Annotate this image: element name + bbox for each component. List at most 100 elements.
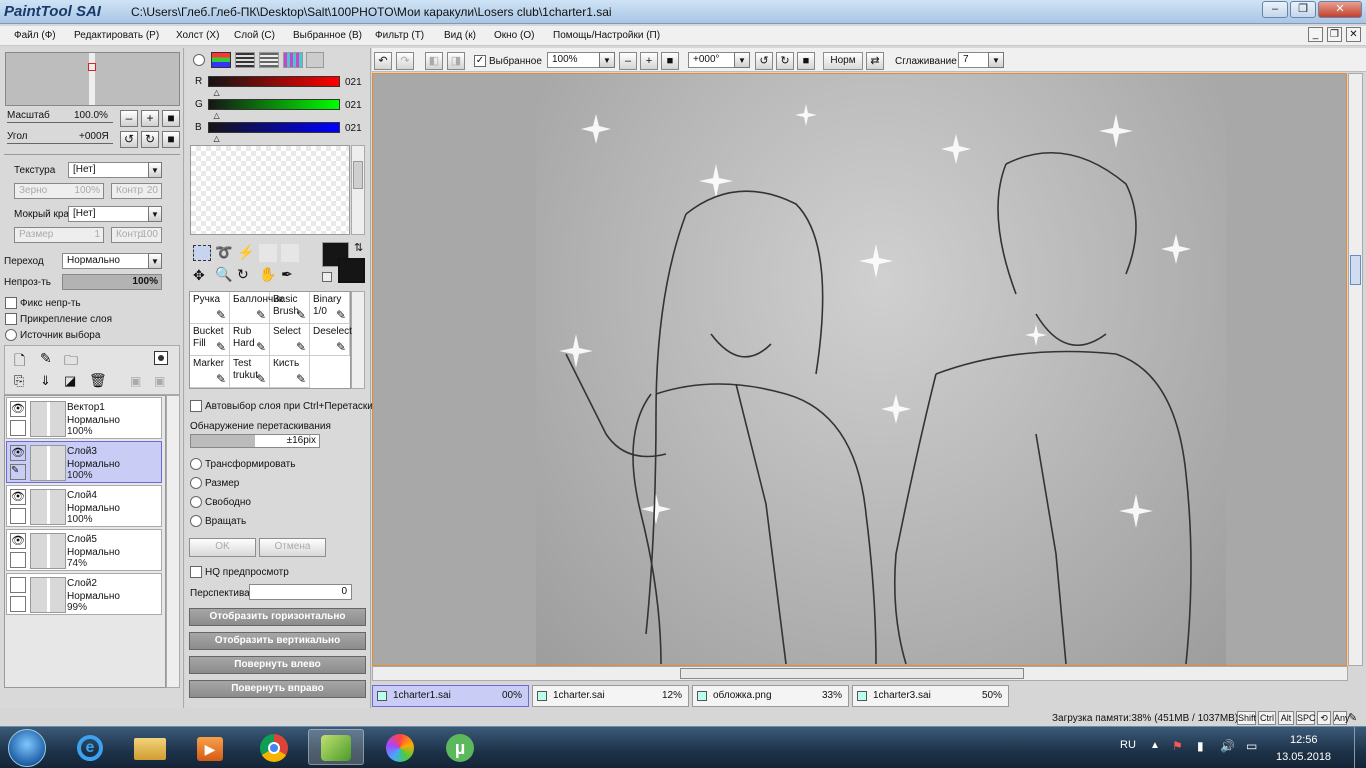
merge-down-icon[interactable]: ⇓ (40, 373, 51, 389)
lock-slot[interactable] (10, 552, 26, 568)
document-tab[interactable]: обложка.png 33% (692, 685, 849, 707)
show-desktop-button[interactable] (1354, 727, 1366, 768)
scale-value[interactable]: 100.0% (74, 110, 108, 121)
transparent-color-icon[interactable] (322, 272, 332, 282)
tool-slot[interactable]: Кисть ✎ (270, 356, 310, 388)
utorrent-icon[interactable]: µ (432, 729, 488, 765)
menu-window[interactable]: Окно (О) (494, 30, 534, 41)
zoom-out-button[interactable]: – (120, 110, 138, 127)
rotate-right-button[interactable]: Повернуть вправо (189, 680, 366, 698)
chevron-down-icon[interactable]: ▼ (148, 206, 162, 222)
document-tab[interactable]: 1charter.sai 12% (532, 685, 689, 707)
normal-view-button[interactable]: Норм (823, 52, 863, 70)
menu-file[interactable]: Файл (Ф) (14, 30, 56, 41)
rotate-reset-button[interactable]: ■ (162, 131, 180, 148)
auto-select-checkbox[interactable] (190, 400, 202, 412)
copy-layer-icon[interactable]: ⎘ (14, 373, 24, 389)
magic-wand-icon[interactable]: ⚡ (237, 244, 254, 261)
rotate-key-icon[interactable]: ⟲ (1317, 711, 1331, 725)
action-center-icon[interactable]: ⚑ (1172, 739, 1183, 753)
volume-icon[interactable]: 🔊 (1220, 739, 1235, 753)
layers-scrollbar[interactable] (166, 395, 180, 688)
layer-item[interactable]: 👁 ✎ Слой3 Нормально 100% (6, 441, 162, 483)
internet-explorer-icon[interactable]: e (62, 729, 118, 765)
menu-filter[interactable]: Фильтр (Т) (375, 30, 424, 41)
tool-slot[interactable]: Баллончик ✎ (230, 292, 283, 324)
eye-hidden-icon[interactable] (10, 577, 26, 593)
g-slider-handle[interactable]: △ (214, 111, 220, 120)
modifier-key-spc[interactable]: SPC (1296, 711, 1316, 725)
b-slider[interactable] (208, 122, 340, 133)
language-indicator[interactable]: RU (1120, 739, 1136, 751)
tool-grid-scrollbar[interactable] (351, 291, 365, 389)
tool-slot[interactable]: Marker ✎ (190, 356, 230, 388)
menu-layer[interactable]: Слой (С) (234, 30, 275, 41)
rect-select-icon[interactable] (193, 245, 211, 261)
hand-icon[interactable]: ✋ (259, 266, 276, 283)
chrome-icon[interactable] (246, 729, 302, 765)
brush-lock-icon[interactable]: ✎ (10, 464, 26, 480)
angle-value[interactable]: +000Я (79, 131, 109, 142)
move-icon[interactable]: ✥ (193, 267, 205, 284)
b-value[interactable]: 021 (345, 123, 362, 134)
g-value[interactable]: 021 (345, 100, 362, 111)
mdi-minimize-button[interactable]: _ (1308, 27, 1323, 42)
hq-preview-checkbox[interactable] (190, 566, 202, 578)
undo-icon[interactable]: ↶ (374, 52, 392, 70)
eye-icon[interactable]: 👁 (10, 445, 26, 461)
rotate-right-icon[interactable]: ↻ (141, 131, 159, 148)
painttool-sai-icon[interactable] (308, 729, 364, 765)
rotate-cw-icon[interactable]: ↻ (776, 52, 794, 70)
rgb-slider-icon[interactable] (211, 52, 231, 68)
tool-slot[interactable]: Basic Brush ✎ (270, 292, 310, 324)
clear-layer-icon[interactable]: ◪ (64, 373, 76, 389)
tool-slot[interactable]: Test trukut ✎ (230, 356, 270, 388)
eye-icon[interactable]: 👁 (10, 533, 26, 549)
lock-slot[interactable] (10, 420, 26, 436)
zoom-reset-button[interactable]: ■ (162, 110, 180, 127)
r-value[interactable]: 021 (345, 77, 362, 88)
b-slider-handle[interactable]: △ (214, 134, 220, 143)
minimize-button[interactable]: – (1262, 1, 1288, 18)
rotate-left-button[interactable]: Повернуть влево (189, 656, 366, 674)
mdi-restore-button[interactable]: ❐ (1327, 27, 1342, 42)
rotate-reset-button[interactable]: ■ (797, 52, 815, 70)
transform-option-radio[interactable] (190, 477, 202, 489)
zoom-in-button[interactable]: + (640, 52, 658, 70)
menu-view[interactable]: Вид (к) (444, 30, 476, 41)
file-explorer-icon[interactable] (122, 729, 178, 765)
scratchpad-scrollbar[interactable] (351, 145, 365, 235)
new-linework-layer-icon[interactable]: ✎ (40, 350, 52, 367)
modifier-key-shift[interactable]: Shift (1237, 711, 1256, 725)
menu-help[interactable]: Помощь/Настройки (П) (553, 30, 660, 41)
transform-option-radio[interactable] (190, 458, 202, 470)
menu-edit[interactable]: Редактировать (Р) (74, 30, 159, 41)
zoom-in-button[interactable]: + (141, 110, 159, 127)
canvas-horizontal-scrollbar[interactable] (372, 666, 1348, 681)
layer-item[interactable]: 👁 Вектор1 Нормально 100% (6, 397, 162, 439)
clipping-checkbox[interactable] (5, 313, 17, 325)
clock-time[interactable]: 12:56 (1290, 734, 1318, 746)
media-player-icon[interactable]: ▶ (182, 729, 238, 765)
chevron-down-icon[interactable]: ▼ (734, 52, 750, 68)
flip-vertical-button[interactable]: Отобразить вертикально (189, 632, 366, 650)
menu-selection[interactable]: Выбранное (В) (293, 30, 362, 41)
blend-mode-select[interactable]: Нормально (62, 253, 162, 269)
rotate-icon[interactable]: ↻ (237, 266, 249, 283)
lock-slot[interactable] (10, 508, 26, 524)
new-folder-icon[interactable]: 🗀 (64, 350, 78, 374)
mdi-close-button[interactable]: ✕ (1346, 27, 1361, 42)
color-app-icon[interactable] (372, 729, 428, 765)
mask-icon[interactable] (154, 351, 168, 365)
layer-item[interactable]: Слой2 Нормально 99% (6, 573, 162, 615)
chevron-down-icon[interactable]: ▼ (599, 52, 615, 68)
scale-slider[interactable] (7, 122, 113, 123)
preserve-opacity-checkbox[interactable] (5, 297, 17, 309)
chevron-down-icon[interactable]: ▼ (148, 253, 162, 269)
angle-slider[interactable] (7, 143, 113, 144)
tray-expand-icon[interactable]: ▲ (1150, 740, 1160, 751)
canvas-artwork[interactable] (536, 74, 1226, 665)
maximize-button[interactable]: ❐ (1290, 1, 1316, 18)
flip-view-icon[interactable]: ⇄ (866, 52, 884, 70)
rotate-ccw-icon[interactable]: ↺ (755, 52, 773, 70)
